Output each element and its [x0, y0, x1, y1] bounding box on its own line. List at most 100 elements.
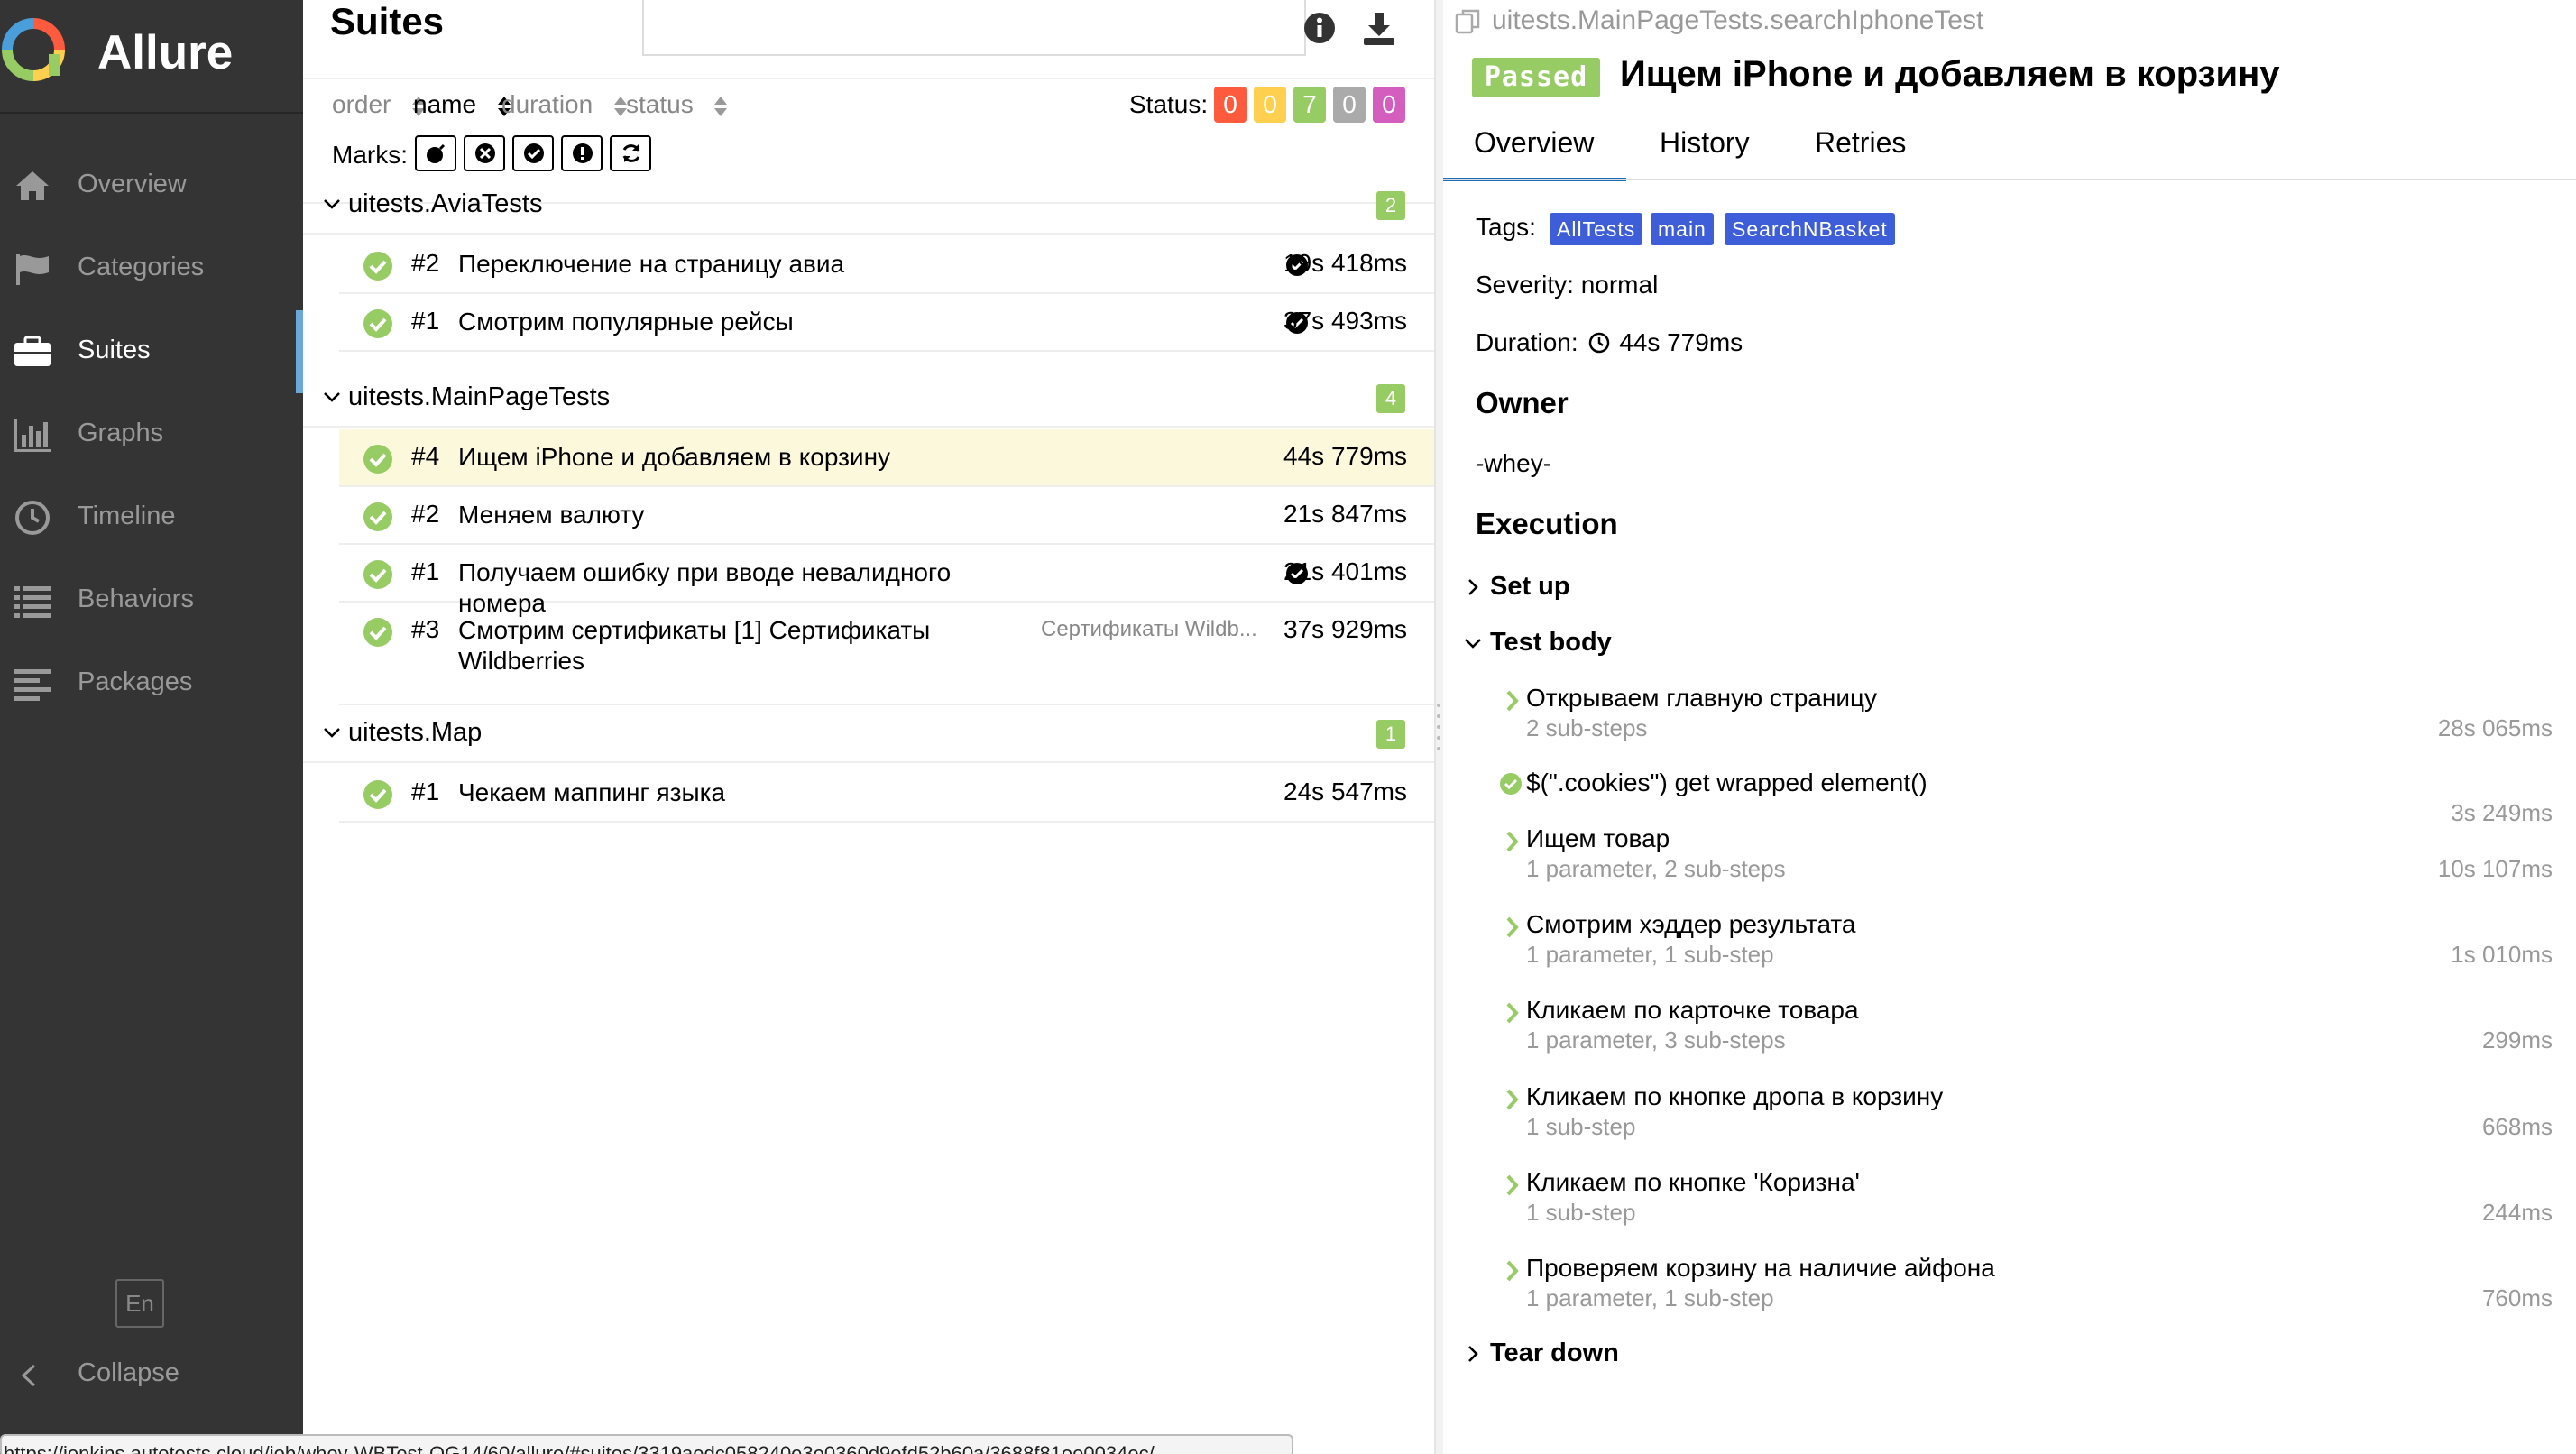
check-circle-icon: [524, 143, 544, 163]
status-filter-unknown[interactable]: 0: [1373, 87, 1405, 123]
step-substeps: 1 parameter, 3 sub-steps: [1526, 1026, 1786, 1054]
setup-label: Set up: [1490, 572, 1570, 601]
mark-new-passed-button[interactable]: [512, 135, 554, 171]
step-row[interactable]: Кликаем по карточке товара 1 parameter, …: [1503, 994, 2563, 1066]
test-number: #1: [411, 307, 440, 335]
step-substeps: 1 parameter, 2 sub-steps: [1526, 855, 1786, 882]
tab-overview[interactable]: Overview: [1442, 126, 1627, 181]
copy-icon[interactable]: [1454, 7, 1483, 36]
sort-name-label: name: [413, 90, 477, 118]
step-row[interactable]: Кликаем по кнопке 'Коризна' 1 sub-step 2…: [1503, 1166, 2563, 1238]
status-filter-passed[interactable]: 7: [1293, 87, 1326, 123]
step-substeps: 1 parameter, 1 sub-step: [1526, 941, 1774, 968]
severity: Severity: normal: [1476, 271, 1659, 299]
step-duration: 299ms: [2481, 1026, 2553, 1054]
sort-status-label: status: [626, 90, 694, 118]
step-name: Кликаем по кнопке дропа в корзину: [1526, 1082, 1944, 1110]
sidebar-item-label: Behaviors: [78, 584, 194, 613]
suite-group-header[interactable]: uitests.Map 1: [303, 705, 1434, 763]
duration-label: Duration:: [1476, 328, 1578, 356]
status-filter-skipped[interactable]: 0: [1333, 87, 1366, 123]
test-row[interactable]: #2 Меняем валюту 21s 847ms: [339, 487, 1434, 545]
step-duration: 668ms: [2481, 1113, 2553, 1140]
chevron-right-icon: [1506, 1260, 1519, 1282]
refresh-icon: [622, 144, 640, 162]
chevron-down-icon: [324, 392, 340, 402]
sidebar-item-graphs[interactable]: Graphs: [0, 393, 303, 476]
chevron-right-icon: [1506, 916, 1519, 938]
sidebar-item-label: Overview: [78, 170, 187, 198]
step-name: Открываем главную страницу: [1526, 684, 1878, 712]
sidebar-item-overview[interactable]: Overview: [0, 144, 303, 227]
step-row[interactable]: Ищем товар 1 parameter, 2 sub-steps 10s …: [1503, 823, 2563, 895]
mark-flaky-button[interactable]: [415, 135, 456, 171]
tab-history[interactable]: History: [1660, 126, 1750, 160]
status-filter-failed[interactable]: 0: [1214, 87, 1247, 123]
sidebar-item-label: Graphs: [78, 419, 164, 447]
sidebar-item-timeline[interactable]: Timeline: [0, 476, 303, 559]
status-badge: Passed: [1472, 58, 1600, 97]
teardown-label: Tear down: [1490, 1339, 1619, 1367]
download-icon[interactable]: [1360, 9, 1398, 47]
chevron-right-icon: [1468, 1346, 1478, 1362]
test-full-name: uitests.MainPageTests.searchIphoneTest: [1492, 5, 1984, 35]
sidebar-item-suites[interactable]: Suites: [0, 310, 303, 393]
sidebar-item-behaviors[interactable]: Behaviors: [0, 559, 303, 642]
test-duration: 37s 493ms: [1283, 307, 1407, 335]
step-row[interactable]: Кликаем по кнопке дропа в корзину 1 sub-…: [1503, 1081, 2563, 1153]
tab-retries[interactable]: Retries: [1815, 126, 1906, 160]
sidebar-item-packages[interactable]: Packages: [0, 642, 303, 725]
test-duration: 19s 418ms: [1283, 249, 1407, 277]
sidebar-item-categories[interactable]: Categories: [0, 227, 303, 310]
search-input[interactable]: [642, 0, 1306, 56]
test-name: Смотрим сертификаты [1] Сертификаты Wild…: [458, 616, 931, 675]
sort-status[interactable]: status: [626, 90, 729, 119]
drag-handle-icon[interactable]: [1436, 700, 1441, 754]
step-duration: 1s 010ms: [2451, 941, 2553, 968]
chevron-down-icon: [324, 728, 340, 738]
mark-new-failed-button[interactable]: [464, 135, 505, 171]
test-name: Ищем iPhone и добавляем в корзину: [458, 443, 891, 471]
test-number: #3: [411, 615, 440, 643]
sidebar-item-label: Packages: [78, 667, 193, 696]
test-row[interactable]: #3 Смотрим сертификаты [1] Сертификаты W…: [339, 603, 1434, 705]
step-row[interactable]: Смотрим хэддер результата 1 parameter, 1…: [1503, 908, 2563, 980]
test-name: Меняем валюту: [458, 501, 645, 529]
bomb-icon: [427, 143, 446, 163]
status-filter-broken[interactable]: 0: [1254, 87, 1286, 123]
chevron-right-icon: [1506, 690, 1519, 712]
flag-icon: [16, 254, 49, 285]
step-row[interactable]: Открываем главную страницу 2 sub-steps 2…: [1503, 682, 2563, 754]
info-icon[interactable]: [1302, 11, 1337, 45]
mark-retries-button[interactable]: [610, 135, 651, 171]
step-duration: 760ms: [2481, 1284, 2553, 1311]
tag-badge: main: [1651, 213, 1714, 245]
test-row[interactable]: #1 Получаем ошибку при вводе невалидного…: [339, 545, 1434, 617]
collapse-button[interactable]: Collapse: [0, 1353, 303, 1398]
test-row-selected[interactable]: #4 Ищем iPhone и добавляем в корзину 44s…: [339, 429, 1434, 487]
step-name: Кликаем по кнопке 'Коризна': [1526, 1168, 1860, 1196]
sort-name[interactable]: name: [413, 90, 512, 119]
test-name: Смотрим популярные рейсы: [458, 308, 794, 336]
chevron-right-icon: [1506, 831, 1519, 852]
test-number: #2: [411, 500, 440, 528]
step-row[interactable]: Проверяем корзину на наличие айфона 1 pa…: [1503, 1252, 2563, 1324]
suite-count-badge: 1: [1376, 720, 1405, 749]
suite-count-badge: 2: [1376, 191, 1405, 220]
step-duration: 28s 065ms: [2437, 714, 2553, 741]
test-row[interactable]: #1 Смотрим популярные рейсы 37s 493ms: [339, 294, 1434, 352]
mark-new-broken-button[interactable]: [561, 135, 603, 171]
language-button[interactable]: En: [115, 1279, 164, 1328]
home-icon: [16, 171, 49, 200]
test-row[interactable]: #2 Переключение на страницу авиа 19s 418…: [339, 236, 1434, 294]
test-number: #4: [411, 442, 440, 470]
sort-duration[interactable]: duration: [501, 90, 629, 119]
suite-group-header[interactable]: uitests.AviaTests 2: [303, 177, 1434, 235]
step-name: Ищем товар: [1526, 824, 1670, 852]
tags-label: Tags:: [1476, 213, 1536, 241]
brand[interactable]: Allure: [0, 0, 303, 114]
suite-group-header[interactable]: uitests.MainPageTests 4: [303, 370, 1434, 428]
sort-duration-label: duration: [501, 90, 593, 118]
test-row[interactable]: #1 Чекаем маппинг языка 24s 547ms: [339, 765, 1434, 823]
test-title: Ищем iPhone и добавляем в корзину: [1620, 54, 2280, 94]
